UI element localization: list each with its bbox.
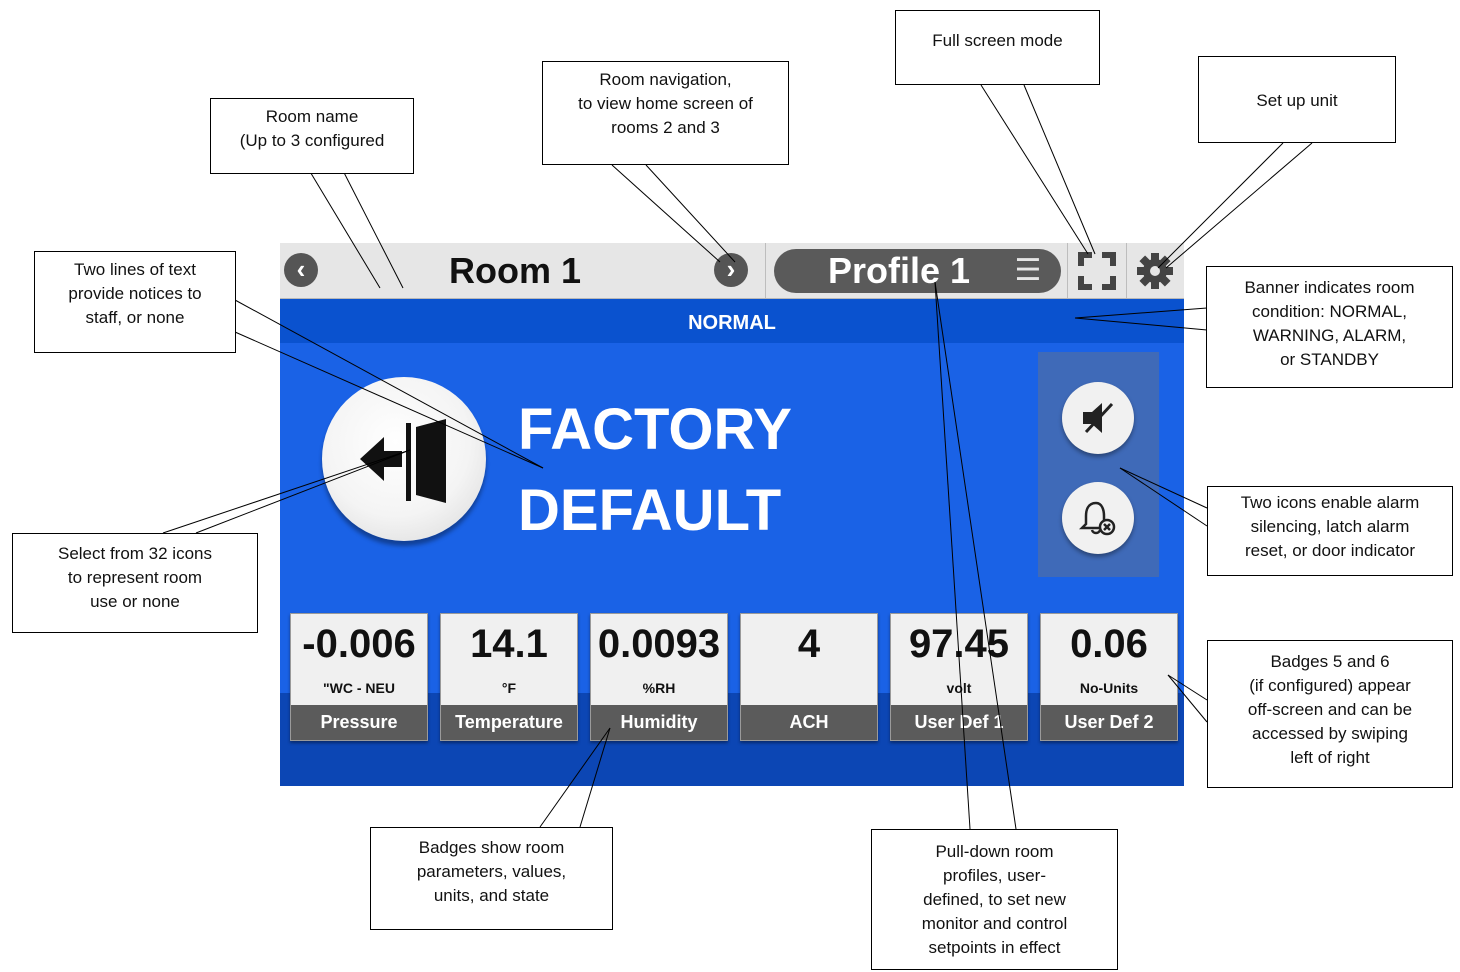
badge-user-def-1[interactable]: 97.45 volt User Def 1 <box>890 613 1028 741</box>
door-exit-icon <box>360 419 446 503</box>
notice-line-2: DEFAULT <box>518 478 782 543</box>
badge-value: 4 <box>797 622 821 666</box>
chevron-right-icon[interactable]: › <box>714 253 748 287</box>
bell-reset-icon <box>1078 501 1116 536</box>
badge-value: -0.006 <box>302 622 416 666</box>
status-banner: NORMAL <box>280 299 1184 343</box>
room-icon-button[interactable] <box>322 377 486 541</box>
callout-text: condition: NORMAL, <box>1252 302 1407 321</box>
callout-room-icon: Select from 32 icons to represent room u… <box>12 533 258 633</box>
callout-text: reset, or door indicator <box>1244 541 1416 560</box>
callout-alarm-icons: Two icons enable alarm silencing, latch … <box>1207 486 1453 576</box>
leader-full-screen <box>980 84 1089 255</box>
badge-value: 0.06 <box>1070 622 1148 666</box>
callout-text: off-screen and can be <box>1247 700 1413 719</box>
device-screen: ‹ Room 1 › Profile 1 ☰ NORMAL FACTORY DE… <box>280 243 1184 786</box>
badge-temperature[interactable]: 14.1 °F Temperature <box>440 613 578 741</box>
callout-text: Room name <box>265 107 359 126</box>
callout-full-screen: Full screen mode <box>895 10 1100 85</box>
badge-unit: °F <box>501 680 517 696</box>
chevron-left-icon[interactable]: ‹ <box>284 253 318 287</box>
callout-text: WARNING, ALARM, <box>1252 326 1407 345</box>
callout-text: parameters, values, <box>416 862 567 881</box>
badge-label: User Def 1 <box>891 705 1027 740</box>
callout-badges-5-6: Badges 5 and 6 (if configured) appear of… <box>1207 640 1453 788</box>
callout-text: defined, to set new <box>923 890 1066 909</box>
callout-text: Banner indicates room <box>1244 278 1415 297</box>
badge-user-def-2[interactable]: 0.06 No-Units User Def 2 <box>1040 613 1178 741</box>
badge-pressure[interactable]: -0.006 "WC - NEU Pressure <box>290 613 428 741</box>
callout-text: or STANDBY <box>1280 350 1379 369</box>
callout-text: Badges 5 and 6 <box>1270 652 1390 671</box>
callout-text: to view home screen of <box>578 94 753 113</box>
badge-value: 14.1 <box>470 622 548 666</box>
badge-value: 97.45 <box>908 622 1010 666</box>
callout-text: profiles, user- <box>943 866 1046 885</box>
callout-text: Badges show room <box>418 838 565 857</box>
callout-room-name: Room name (Up to 3 configured <box>210 98 414 174</box>
callout-text: staff, or none <box>85 308 185 327</box>
profile-dropdown[interactable]: Profile 1 ☰ <box>774 249 1061 293</box>
fullscreen-icon <box>1078 252 1116 290</box>
leader-full-screen <box>1023 84 1096 255</box>
callout-text: Room navigation, <box>599 70 732 89</box>
callout-text: silencing, latch alarm <box>1250 517 1410 536</box>
callout-text: (if configured) appear <box>1249 676 1411 695</box>
notice-line-1: FACTORY <box>518 397 792 462</box>
callout-text: Set up unit <box>1256 91 1338 110</box>
settings-button[interactable] <box>1126 243 1184 298</box>
callout-text: accessed by swiping <box>1252 724 1408 743</box>
badge-value: 0.0093 <box>597 622 721 666</box>
badge-ach[interactable]: 4 ACH <box>740 613 878 741</box>
menu-icon: ☰ <box>1014 254 1042 287</box>
leader-set-up <box>1165 142 1313 269</box>
callout-text: to represent room <box>67 568 203 587</box>
gear-icon <box>1137 253 1173 289</box>
badge-unit: volt <box>946 680 972 696</box>
callout-set-up-unit: Set up unit <box>1198 56 1396 143</box>
callout-text: Select from 32 icons <box>57 544 212 563</box>
badge-unit: "WC - NEU <box>323 680 395 696</box>
badge-label: Pressure <box>291 705 427 740</box>
callout-text: Pull-down room <box>935 842 1054 861</box>
badge-humidity[interactable]: 0.0093 %RH Humidity <box>590 613 728 741</box>
callout-text: provide notices to <box>68 284 202 303</box>
callout-text: use or none <box>90 592 180 611</box>
fullscreen-button[interactable] <box>1067 243 1127 298</box>
badge-unit: No-Units <box>1079 680 1139 696</box>
callout-text: monitor and control <box>921 914 1068 933</box>
badge-label: Temperature <box>441 705 577 740</box>
room-selector: ‹ Room 1 › <box>280 243 766 298</box>
callout-text: Two lines of text <box>74 260 196 279</box>
callout-badges: Badges show room parameters, values, uni… <box>370 827 613 930</box>
badge-label: User Def 2 <box>1041 705 1177 740</box>
badge-label: ACH <box>741 705 877 740</box>
callout-room-navigation: Room navigation, to view home screen of … <box>542 61 789 165</box>
callout-text: units, and state <box>433 886 550 905</box>
callout-profiles: Pull-down room profiles, user- defined, … <box>871 829 1118 970</box>
callout-notices: Two lines of text provide notices to sta… <box>34 251 236 353</box>
callout-text: rooms 2 and 3 <box>611 118 720 137</box>
callout-text: (Up to 3 configured <box>239 131 385 150</box>
badge-unit: %RH <box>642 680 676 696</box>
speaker-mute-icon <box>1083 402 1114 434</box>
profile-name: Profile 1 <box>827 250 971 291</box>
room-name: Room 1 <box>448 250 581 291</box>
alarm-panel <box>1038 352 1159 577</box>
top-bar: ‹ Room 1 › Profile 1 ☰ <box>280 243 1184 299</box>
callout-text: setpoints in effect <box>928 938 1061 957</box>
badge-label: Humidity <box>591 705 727 740</box>
alarm-silence-button[interactable] <box>1062 382 1134 454</box>
callout-text: left of right <box>1290 748 1370 767</box>
callout-text: Full screen mode <box>932 31 1063 50</box>
callout-text: Two icons enable alarm <box>1240 493 1420 512</box>
alarm-reset-button[interactable] <box>1062 482 1134 554</box>
callout-banner: Banner indicates room condition: NORMAL,… <box>1206 266 1453 388</box>
